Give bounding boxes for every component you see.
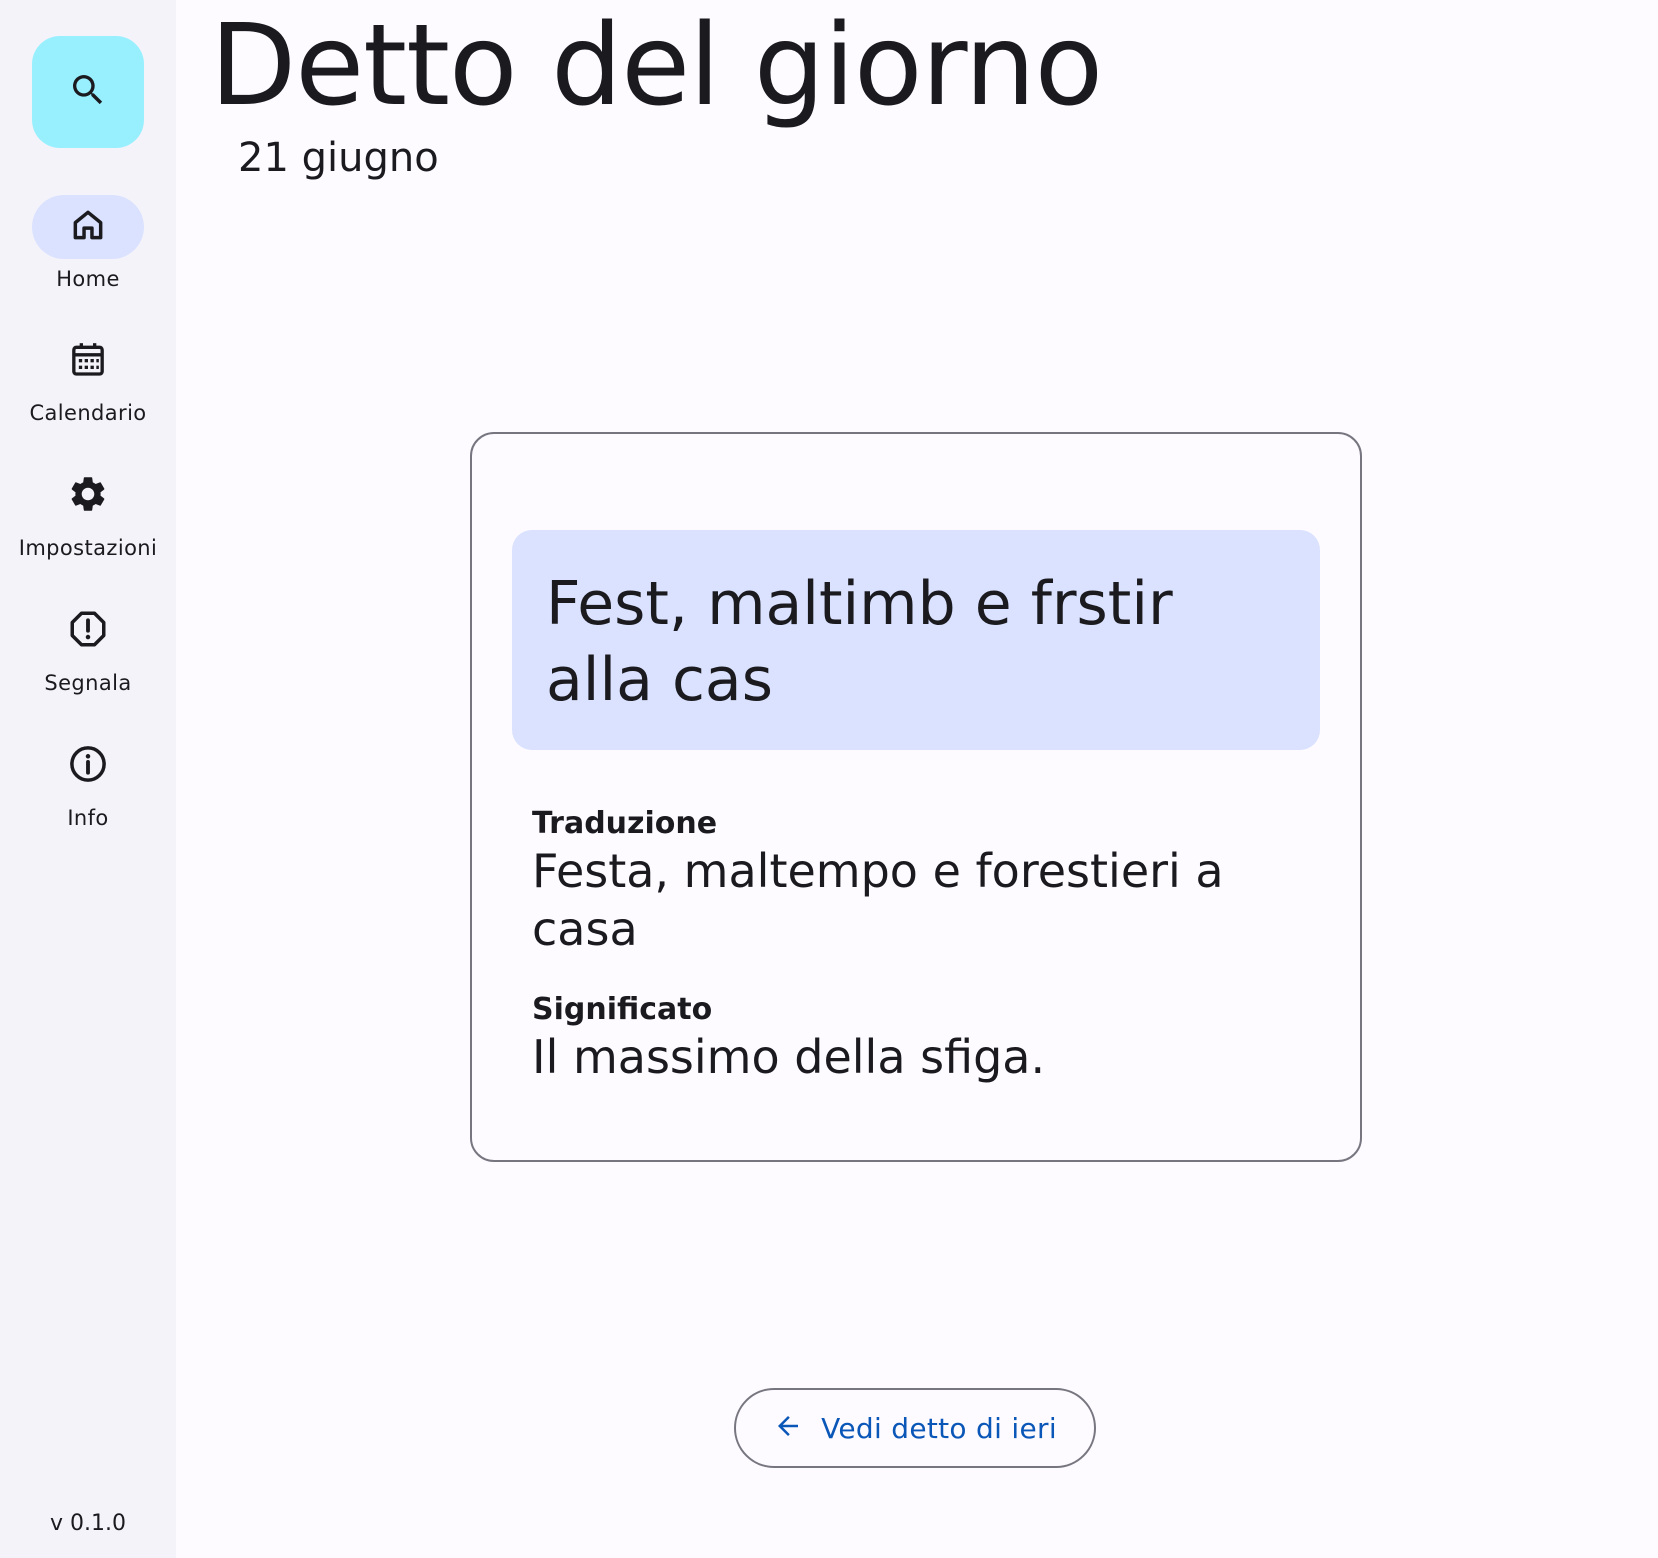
home-icon <box>69 206 107 248</box>
gear-icon <box>67 473 109 519</box>
nav-indicator <box>32 599 144 663</box>
search-button[interactable] <box>32 36 144 148</box>
sidebar-item-label: Info <box>67 806 109 830</box>
meaning-section: Significato Il massimo della sfiga. <box>532 992 1292 1086</box>
page-title: Detto del giorno <box>210 1 1103 131</box>
arrow-back-icon <box>773 1411 803 1445</box>
calendar-icon <box>68 339 108 383</box>
sidebar-item-impostazioni[interactable]: Impostazioni <box>0 464 176 560</box>
page-date: 21 giugno <box>238 135 439 181</box>
nav-indicator <box>32 464 144 528</box>
sidebar-item-label: Segnala <box>44 671 132 695</box>
report-icon <box>67 608 109 654</box>
sidebar-item-home[interactable]: Home <box>0 195 176 291</box>
meaning-text: Il massimo della sfiga. <box>532 1030 1046 1084</box>
translation-text: Festa, maltempo e forestieri a casa <box>532 844 1224 956</box>
navigation-rail: Home Calendario Impostazioni Segnala Inf… <box>0 0 176 1558</box>
translation-label: Traduzione <box>532 806 718 841</box>
nav-indicator <box>32 734 144 798</box>
active-indicator <box>32 195 144 259</box>
app-version: v 0.1.0 <box>50 1511 126 1536</box>
sidebar-item-calendario[interactable]: Calendario <box>0 329 176 425</box>
sidebar-item-label: Calendario <box>29 401 147 425</box>
sidebar-item-info[interactable]: Info <box>0 734 176 830</box>
search-icon <box>68 70 108 114</box>
nav-indicator <box>32 329 144 393</box>
prev-day-button[interactable]: Vedi detto di ieri <box>734 1388 1096 1468</box>
prev-day-label: Vedi detto di ieri <box>821 1411 1057 1445</box>
saying-box: Fest, maltimb e frstir alla cas <box>512 530 1320 750</box>
sidebar-item-label: Impostazioni <box>18 536 158 560</box>
sidebar-item-segnala[interactable]: Segnala <box>0 599 176 695</box>
info-icon <box>67 743 109 789</box>
saying-card: Fest, maltimb e frstir alla cas Traduzio… <box>470 432 1362 1162</box>
saying-text: Fest, maltimb e frstir alla cas <box>546 569 1173 715</box>
translation-section: Traduzione Festa, maltempo e forestieri … <box>532 806 1292 958</box>
meaning-label: Significato <box>532 992 713 1027</box>
app-root: Home Calendario Impostazioni Segnala Inf… <box>0 0 1658 1558</box>
sidebar-item-label: Home <box>56 267 120 291</box>
